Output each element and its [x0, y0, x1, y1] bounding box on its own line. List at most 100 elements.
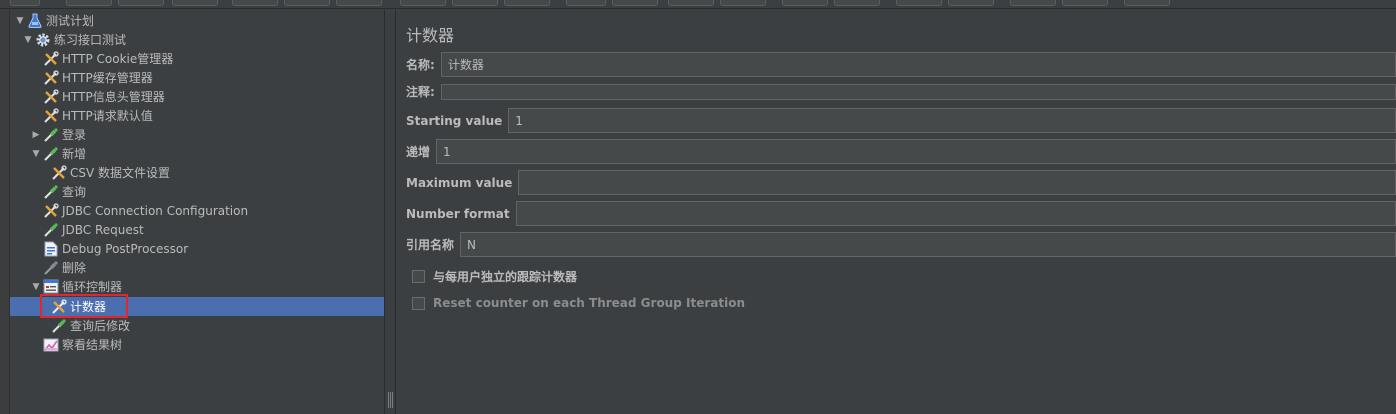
toolbar-button[interactable]	[504, 0, 550, 6]
config-element-icon	[42, 50, 60, 67]
loop-controller-icon	[42, 278, 60, 295]
track-per-user-row[interactable]: 与每用户独立的跟踪计数器	[412, 268, 577, 285]
tree-node-label: 新增	[62, 147, 87, 161]
comment-input[interactable]	[440, 83, 1396, 100]
number-format-row: Number format	[406, 201, 1396, 226]
tree-node-label: 计数器	[70, 300, 107, 314]
start-value-row: Starting value	[406, 108, 1396, 133]
tree-node-counter[interactable]: 计数器	[10, 297, 384, 316]
tree-node-cookie-manager[interactable]: HTTP Cookie管理器	[10, 49, 384, 68]
sampler-pipette-icon	[42, 221, 60, 238]
toolbar-button[interactable]	[232, 0, 278, 6]
disabled-sampler-icon	[42, 259, 60, 276]
comment-label: 注释:	[406, 85, 435, 99]
increment-label: 递增	[406, 145, 431, 159]
tree-node-label: HTTP信息头管理器	[62, 90, 165, 104]
toolbar-button[interactable]	[1062, 0, 1108, 6]
start-value-input[interactable]	[508, 108, 1396, 133]
post-processor-icon	[42, 240, 60, 257]
tree-node-add[interactable]: ▼ 新增	[10, 144, 384, 163]
config-element-icon	[42, 88, 60, 105]
tree-node-label: 察看结果树	[62, 338, 123, 352]
toolbar-button[interactable]	[336, 0, 382, 6]
reference-name-row: 引用名称	[406, 232, 1396, 257]
max-value-row: Maximum value	[406, 170, 1396, 195]
toolbar-button[interactable]	[1010, 0, 1056, 6]
toolbar-button[interactable]	[668, 0, 714, 6]
track-per-user-checkbox[interactable]	[412, 270, 425, 283]
thread-group-gear-icon	[34, 31, 52, 48]
expand-toggle-icon[interactable]: ▶	[30, 130, 42, 140]
name-label: 名称:	[406, 58, 435, 72]
test-plan-tree: ▼ 测试计划 ▼ 练习接口测试 HTTP Cookie管理器 HTTP缓存管理器…	[0, 10, 384, 414]
comment-row: 注释:	[406, 83, 1396, 100]
tree-node-label: 测试计划	[46, 14, 95, 28]
increment-row: 递增	[406, 139, 1396, 164]
reference-name-label: 引用名称	[406, 238, 455, 252]
toolbar-button[interactable]	[896, 0, 942, 6]
number-format-label: Number format	[406, 206, 510, 221]
tree-node-jdbc-request[interactable]: JDBC Request	[10, 220, 384, 239]
max-value-input[interactable]	[518, 170, 1396, 195]
tree-node-request-defaults[interactable]: HTTP请求默认值	[10, 106, 384, 125]
expand-toggle-icon[interactable]: ▼	[30, 282, 42, 292]
tree-node-query[interactable]: 查询	[10, 182, 384, 201]
panel-title: 计数器	[406, 26, 455, 45]
toolbar-button[interactable]	[284, 0, 330, 6]
tree-node-cache-manager[interactable]: HTTP缓存管理器	[10, 68, 384, 87]
reset-counter-row: Reset counter on each Thread Group Itera…	[412, 296, 745, 310]
tree-node-label: 循环控制器	[62, 280, 123, 294]
tree-node-label: HTTP缓存管理器	[62, 71, 153, 85]
reference-name-input[interactable]	[460, 232, 1396, 257]
expand-toggle-icon[interactable]: ▼	[30, 149, 42, 159]
tree-node-results-tree[interactable]: 察看结果树	[10, 335, 384, 354]
name-row: 名称:	[406, 52, 1396, 77]
sampler-pipette-icon	[50, 317, 68, 334]
tree-node-jdbc-connection[interactable]: JDBC Connection Configuration	[10, 201, 384, 220]
tree-node-label: 查询后修改	[70, 319, 131, 333]
toolbar-button[interactable]	[782, 0, 828, 6]
config-element-icon	[42, 202, 60, 219]
tree-node-debug-postprocessor[interactable]: Debug PostProcessor	[10, 239, 384, 258]
number-format-input[interactable]	[515, 201, 1396, 226]
track-per-user-label: 与每用户独立的跟踪计数器	[433, 270, 578, 284]
tree-node-loop-controller[interactable]: ▼ 循环控制器	[10, 277, 384, 296]
tree-node-label: 练习接口测试	[54, 33, 127, 47]
jmeter-window: ▼ 测试计划 ▼ 练习接口测试 HTTP Cookie管理器 HTTP缓存管理器…	[0, 0, 1396, 414]
splitter-grip-icon[interactable]	[388, 392, 393, 408]
toolbar-button[interactable]	[400, 0, 446, 6]
increment-input[interactable]	[436, 139, 1396, 164]
tree-node-test-plan[interactable]: ▼ 测试计划	[10, 11, 384, 30]
config-element-icon	[50, 164, 68, 181]
counter-config-panel: 计数器 名称: 注释: Starting value 递增 Maximum va…	[396, 10, 1396, 414]
tree-node-header-manager[interactable]: HTTP信息头管理器	[10, 87, 384, 106]
toolbar-button[interactable]	[948, 0, 994, 6]
toolbar-button[interactable]	[1124, 0, 1170, 6]
toolbar	[0, 0, 1396, 9]
tree-node-login[interactable]: ▶ 登录	[10, 125, 384, 144]
toolbar-button[interactable]	[612, 0, 658, 6]
start-value-label: Starting value	[406, 113, 503, 128]
sampler-pipette-icon	[42, 145, 60, 162]
tree-node-csv-config[interactable]: CSV 数据文件设置	[10, 163, 384, 182]
sampler-pipette-icon	[42, 183, 60, 200]
toolbar-button[interactable]	[834, 0, 880, 6]
tree-node-label: HTTP请求默认值	[62, 109, 153, 123]
panel-splitter[interactable]	[384, 10, 396, 414]
toolbar-button[interactable]	[566, 0, 606, 6]
toolbar-button[interactable]	[10, 0, 40, 6]
tree-node-delete[interactable]: 删除	[10, 258, 384, 277]
tree-node-thread-group[interactable]: ▼ 练习接口测试	[10, 30, 384, 49]
config-element-icon	[50, 298, 68, 315]
toolbar-button[interactable]	[720, 0, 766, 6]
expand-toggle-icon[interactable]: ▼	[22, 35, 34, 45]
tree-node-query-then-modify[interactable]: 查询后修改	[10, 316, 384, 335]
reset-counter-checkbox	[412, 296, 425, 310]
test-plan-icon	[26, 12, 44, 29]
name-input[interactable]	[440, 52, 1396, 77]
toolbar-button[interactable]	[452, 0, 498, 6]
toolbar-button[interactable]	[118, 0, 164, 6]
toolbar-button[interactable]	[172, 0, 218, 6]
toolbar-button[interactable]	[66, 0, 112, 6]
expand-toggle-icon[interactable]: ▼	[14, 16, 26, 26]
